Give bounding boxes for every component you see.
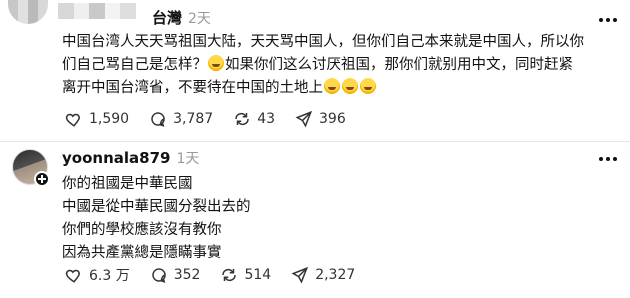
display-name-text[interactable]: 台灣 [152, 9, 182, 27]
post-1: 台灣 2天 中国台湾人天天骂祖国大陆，天天骂中国人，但你们自己本来就是中国人，所以… [0, 0, 630, 141]
post-actions: 1,590 3,787 43 396 [65, 110, 346, 128]
username-text[interactable]: yoonnala879 [62, 149, 170, 167]
repost-icon [222, 268, 237, 282]
grinning-sweat-emoji-icon [360, 78, 376, 94]
username[interactable]: yoonnala879 1天 [62, 148, 199, 168]
post-actions: 6.3 万 352 514 2,327 [65, 265, 355, 285]
post-line-2-text: 们自己骂自己是怎样？ [62, 57, 207, 73]
post-content: 中国台湾人天天骂祖国大陆，天天骂中国人，但你们自己本来就是中国人，所以你 们自己… [62, 31, 612, 100]
post-line-2-continuation: 如果你们这么讨厌祖国，那你们就别用中文，同时赶紧 [225, 57, 573, 73]
repost-button[interactable]: 43 [233, 110, 275, 128]
plus-icon[interactable] [34, 171, 50, 187]
heart-icon [65, 113, 80, 127]
more-icon[interactable] [598, 10, 618, 30]
grinning-sweat-emoji-icon [324, 78, 340, 94]
comment-button[interactable]: 352 [150, 266, 201, 284]
comment-count: 3,787 [173, 111, 214, 127]
grinning-sweat-emoji-icon [342, 78, 358, 94]
share-button[interactable]: 2,327 [291, 266, 355, 284]
comment-icon [151, 112, 165, 127]
repost-count: 43 [257, 111, 276, 127]
post-time: 2天 [188, 11, 211, 27]
post-2: yoonnala879 1天 你的祖國是中華民國 中國是從中華民國分裂出去的 你們… [0, 141, 630, 298]
display-name[interactable]: 台灣 2天 [152, 7, 211, 28]
comment-button[interactable]: 3,787 [149, 110, 213, 128]
like-button[interactable]: 1,590 [65, 110, 129, 128]
post-content: 你的祖國是中華民國 中國是從中華民國分裂出去的 你們的學校應該沒有教你 因為共產… [62, 173, 612, 265]
repost-button[interactable]: 514 [220, 266, 271, 284]
repost-count: 514 [244, 267, 272, 283]
comment-icon [152, 268, 166, 283]
post-time: 1天 [176, 151, 200, 167]
sweat-smile-emoji-icon [208, 55, 224, 71]
post-line-4: 因為共產黨總是隱瞞事實 [62, 245, 222, 261]
share-button[interactable]: 396 [295, 110, 346, 128]
repost-icon [235, 112, 249, 126]
like-count: 1,590 [89, 111, 130, 127]
like-button[interactable]: 6.3 万 [65, 265, 130, 285]
post-line-1: 中国台湾人天天骂祖国大陆，天天骂中国人，但你们自己本来就是中国人，所以你 [62, 34, 584, 50]
like-count: 6.3 万 [89, 268, 130, 284]
share-count: 396 [319, 111, 346, 127]
share-icon [291, 266, 309, 284]
blurred-username [58, 3, 136, 19]
heart-icon [65, 269, 80, 283]
post-line-3: 你們的學校應該沒有教你 [62, 222, 222, 238]
more-icon[interactable] [598, 149, 618, 169]
post-line-3: 离开中国台湾省，不要待在中国的土地上 [62, 77, 612, 100]
share-count: 2,327 [315, 267, 356, 283]
comment-count: 352 [173, 267, 201, 283]
post-line-1: 你的祖國是中華民國 [62, 176, 193, 192]
share-icon [295, 110, 313, 128]
blurred-avatar [8, 0, 48, 24]
post-line-2: 们自己骂自己是怎样？ 如果你们这么讨厌祖国，那你们就别用中文，同时赶紧 [62, 54, 612, 77]
post-line-2: 中國是從中華民國分裂出去的 [62, 199, 251, 215]
post-line-3-text: 离开中国台湾省，不要待在中国的土地上 [62, 80, 323, 96]
